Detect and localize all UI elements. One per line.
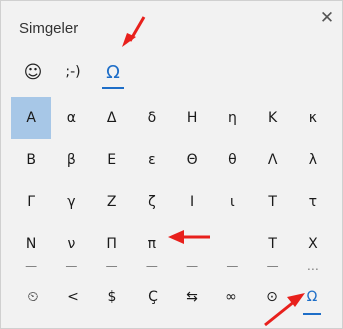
symbol-cell-partial[interactable]: — [92,265,132,273]
annotation-arrow-top [122,16,146,47]
symbol-cell[interactable]: Δ [92,97,132,139]
symbol-cell[interactable]: γ [51,181,91,223]
symbol-cell[interactable]: α [51,97,91,139]
symbol-cell[interactable]: π [132,223,172,265]
category-recent-icon[interactable]: ⏲ [15,277,51,317]
symbol-cell[interactable]: κ [293,97,333,139]
category-currency-button[interactable]: $ [94,277,130,317]
symbol-cell[interactable]: ζ [132,181,172,223]
symbol-grid: Αα Δδ Ηη Κκ Ββ Εε Θθ Λλ Γγ Ζζ Ιι Ττ Νν Ππ Τ Χ — — — — — — —… [11,97,333,275]
symbol-cell[interactable]: Ι [172,181,212,223]
symbol-cell[interactable]: Κ [253,97,293,139]
symbol-cell[interactable]: Χ [293,223,333,265]
symbol-cell[interactable]: Ν [11,223,51,265]
tab-kaomoji[interactable]: ;-) [53,53,93,91]
category-language-button[interactable]: Ω [294,277,330,317]
symbol-cell[interactable] [212,223,252,265]
symbols-panel: Simgeler ✕ ☺ ;-) Ω ΑαΔδΗηΚκ ΒβΕεΘθΛλ ΓγΖζΙ… [0,0,343,329]
symbol-cell-partial[interactable]: — [51,265,91,273]
tab-bar: ☺ ;-) Ω [1,53,343,93]
symbol-cell[interactable] [172,223,212,265]
symbol-cell[interactable]: Θ [172,139,212,181]
symbol-cell[interactable]: η [212,97,252,139]
symbol-cell[interactable]: Π [92,223,132,265]
symbol-cell[interactable]: Β [11,139,51,181]
symbol-cell-partial[interactable]: — [253,265,293,273]
symbol-cell[interactable]: Γ [11,181,51,223]
category-latin-button[interactable]: Ç [135,277,171,317]
symbol-cell-partial[interactable]: — [132,265,172,273]
symbol-cell-partial[interactable]: — [11,265,51,273]
symbol-cell[interactable]: Τ [253,181,293,223]
symbol-cell[interactable]: ι [212,181,252,223]
symbol-cell[interactable]: λ [293,139,333,181]
symbol-cell-partial[interactable]: — [172,265,212,273]
tab-symbols[interactable]: Ω [93,53,133,91]
symbol-cell-partial[interactable]: … [293,265,333,273]
panel-title: Simgeler [19,20,79,37]
symbol-cell[interactable]: Ζ [92,181,132,223]
tab-emoji[interactable]: ☺ [15,53,51,91]
category-geometric-button[interactable]: ⊙ [254,277,290,317]
symbol-cell[interactable]: Η [172,97,212,139]
symbol-cell[interactable]: τ [293,181,333,223]
symbol-cell-partial[interactable]: — [212,265,252,273]
symbol-cell[interactable]: Α [11,97,52,139]
symbol-cell[interactable]: Λ [253,139,293,181]
symbol-cell[interactable]: ε [132,139,172,181]
category-math-button[interactable]: ∞ [213,277,249,317]
category-arrows-button[interactable]: ⇆ [174,277,210,317]
category-bar: ⏲ < $ Ç ⇆ ∞ ⊙ Ω [1,277,343,319]
symbol-cell[interactable]: ν [51,223,91,265]
symbol-cell[interactable]: θ [212,139,252,181]
symbol-cell[interactable]: Ε [92,139,132,181]
symbol-cell[interactable]: Τ [253,223,293,265]
close-icon[interactable]: ✕ [314,5,340,31]
symbol-cell[interactable]: δ [132,97,172,139]
category-punctuation-button[interactable]: < [55,277,91,317]
symbol-cell[interactable]: β [51,139,91,181]
